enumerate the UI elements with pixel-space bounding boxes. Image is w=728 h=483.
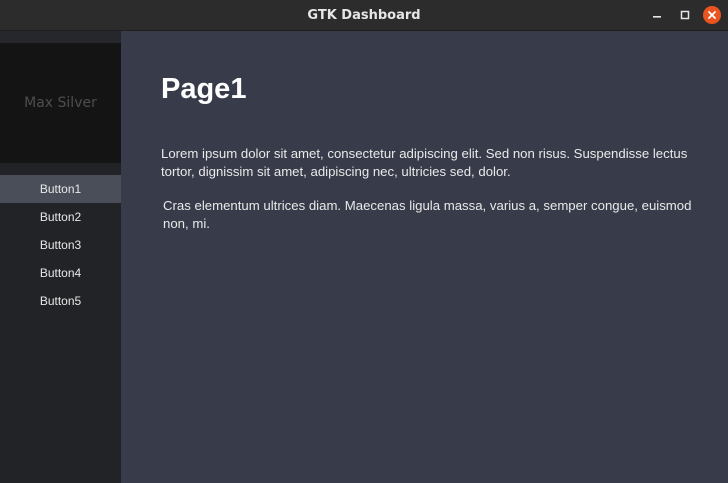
sidebar-item-button4[interactable]: Button4 [0,259,121,287]
main-content: Page1 Lorem ipsum dolor sit amet, consec… [121,31,728,483]
maximize-button[interactable] [676,6,694,24]
profile-panel: Max Silver [0,43,121,163]
sidebar-item-button2[interactable]: Button2 [0,203,121,231]
profile-name: Max Silver [24,95,97,111]
sidebar-item-button1[interactable]: Button1 [0,175,121,203]
maximize-icon [680,10,690,20]
minimize-icon [653,16,661,18]
app-window: GTK Dashboard Max Silver Button1 Button2 [0,0,728,483]
title-bar[interactable]: GTK Dashboard [0,0,728,31]
paragraph-2: Cras elementum ultrices diam. Maecenas l… [163,198,692,231]
sidebar-item-button3[interactable]: Button3 [0,231,121,259]
window-title: GTK Dashboard [307,8,421,23]
close-icon [708,11,716,19]
paragraph-1: Lorem ipsum dolor sit amet, consectetur … [161,146,688,179]
sidebar-nav: Button1 Button2 Button3 Button4 Button5 [0,175,121,315]
minimize-button[interactable] [648,6,666,24]
close-button[interactable] [703,6,721,24]
sidebar-top-strip [0,31,121,43]
sidebar: Max Silver Button1 Button2 Button3 Butto… [0,31,121,483]
sidebar-item-button5[interactable]: Button5 [0,287,121,315]
page-title: Page1 [161,73,247,105]
